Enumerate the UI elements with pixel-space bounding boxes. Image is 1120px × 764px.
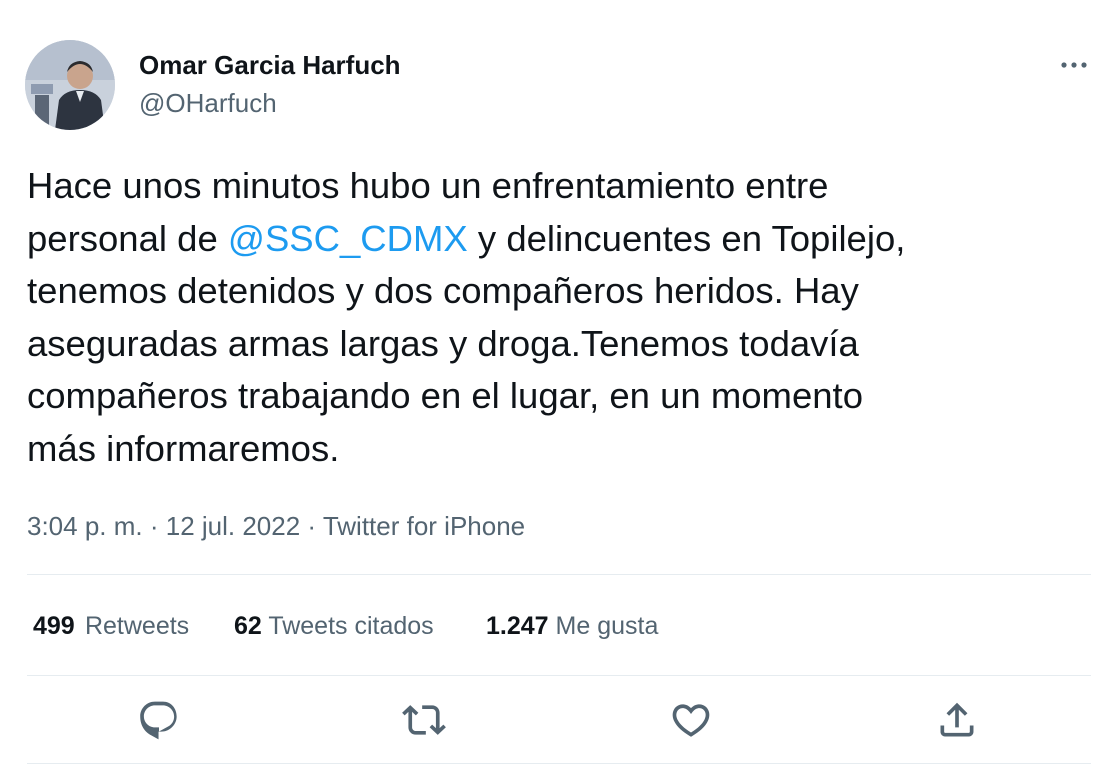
- tweet-date[interactable]: 12 jul. 2022: [166, 511, 300, 541]
- retweets-stat[interactable]: 499 Retweets: [33, 609, 189, 643]
- avatar-image: [25, 40, 115, 130]
- tweet-time[interactable]: 3:04 p. m.: [27, 511, 143, 541]
- meta-separator: ·: [142, 511, 166, 541]
- share-button[interactable]: [935, 698, 979, 742]
- reply-icon: [140, 701, 177, 740]
- divider: [27, 574, 1091, 575]
- retweets-count: 499: [33, 612, 75, 640]
- share-icon: [940, 702, 974, 737]
- divider: [27, 675, 1091, 676]
- tweet-text: Hace unos minutos hubo un enfrentamiento…: [27, 160, 1087, 475]
- tweet: Omar Garcia Harfuch @OHarfuch Hace unos …: [0, 0, 1120, 764]
- retweet-button[interactable]: [402, 698, 446, 742]
- likes-label: Me gusta: [555, 612, 659, 640]
- retweet-icon: [402, 705, 446, 735]
- like-icon: [672, 704, 710, 737]
- quotes-count: 62: [234, 612, 262, 640]
- likes-stat[interactable]: 1.247 Me gusta: [486, 609, 658, 643]
- author-display-name[interactable]: Omar Garcia Harfuch: [139, 48, 401, 82]
- more-options-button[interactable]: [1052, 48, 1096, 82]
- retweets-label: Retweets: [84, 612, 190, 640]
- tweet-meta: 3:04 p. m. · 12 jul. 2022 · Twitter for …: [27, 509, 525, 543]
- mention-link[interactable]: @SSC_CDMX: [228, 218, 468, 259]
- author-handle[interactable]: @OHarfuch: [139, 86, 277, 120]
- tweet-source[interactable]: Twitter for iPhone: [323, 511, 525, 541]
- quotes-stat[interactable]: 62 Tweets citados: [234, 609, 434, 643]
- quotes-label: Tweets citados: [268, 612, 434, 640]
- like-button[interactable]: [669, 698, 713, 742]
- avatar[interactable]: [25, 40, 115, 130]
- more-horizontal-icon: [1061, 62, 1087, 68]
- reply-button[interactable]: [137, 698, 181, 742]
- likes-count: 1.247: [486, 612, 549, 640]
- meta-separator: ·: [300, 511, 323, 541]
